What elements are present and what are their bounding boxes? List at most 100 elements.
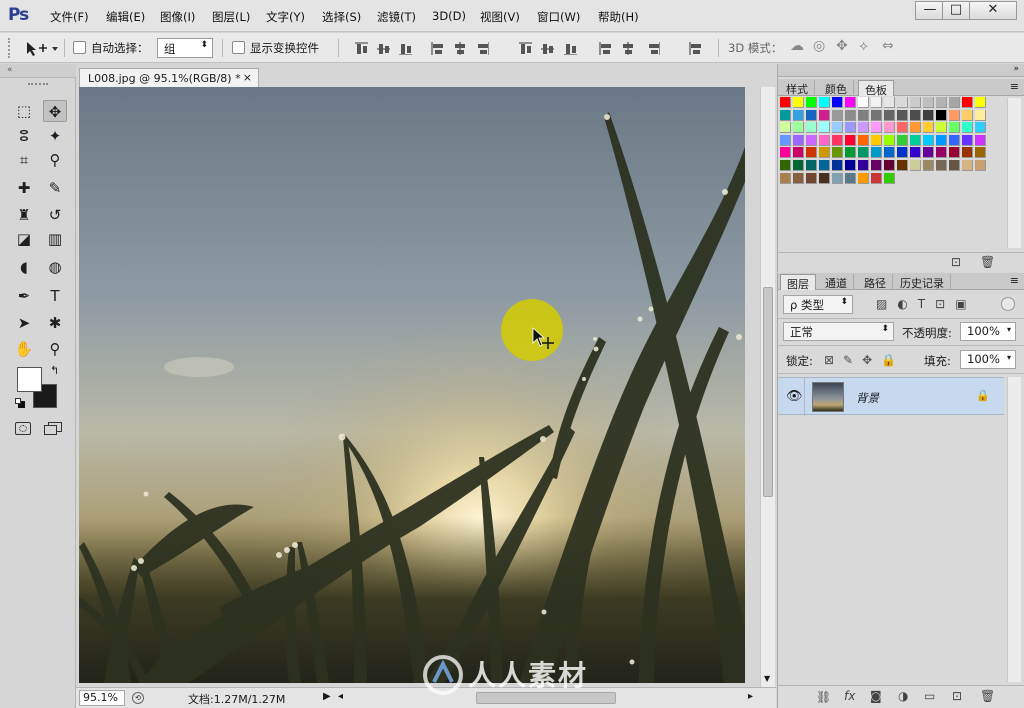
distribute-left-icon[interactable]: [598, 41, 612, 55]
color-swatch[interactable]: [806, 172, 817, 184]
color-swatch[interactable]: [845, 172, 856, 184]
color-swatch[interactable]: [806, 109, 817, 121]
history-brush-tool-icon[interactable]: ↺: [43, 204, 67, 226]
proof-icon[interactable]: ⟲: [132, 692, 144, 704]
color-swatch[interactable]: [832, 97, 843, 108]
color-swatch[interactable]: [819, 97, 830, 108]
layer-name[interactable]: 背景: [856, 390, 879, 406]
color-swatch[interactable]: [923, 147, 934, 159]
lock-icons[interactable]: ⊠✎✥🔒: [824, 353, 905, 367]
color-swatch[interactable]: [819, 160, 830, 171]
color-swatch[interactable]: [936, 147, 947, 159]
color-swatch[interactable]: [910, 147, 921, 159]
color-swatch[interactable]: [819, 109, 830, 121]
status-menu-arrow-icon[interactable]: ▶: [323, 691, 331, 702]
color-swatch[interactable]: [793, 109, 804, 121]
color-swatch[interactable]: [884, 160, 895, 171]
close-button[interactable]: ✕: [969, 1, 1017, 20]
new-swatch-icon[interactable]: ⊡: [951, 255, 961, 269]
blend-mode-dropdown[interactable]: 正常 ⬍: [783, 322, 894, 341]
color-swatch[interactable]: [806, 160, 817, 171]
panel-tab[interactable]: 颜色: [819, 80, 854, 96]
menu-item[interactable]: 文件(F): [50, 9, 89, 25]
auto-select-dropdown[interactable]: 组 ⬍: [157, 38, 213, 58]
color-swatch[interactable]: [884, 134, 895, 146]
swatch-scrollbar[interactable]: [1007, 98, 1021, 248]
align-left-edges-icon[interactable]: [430, 41, 444, 55]
color-swatch[interactable]: [923, 160, 934, 171]
color-swatch[interactable]: [897, 160, 908, 171]
menu-item[interactable]: 文字(Y): [266, 9, 305, 25]
color-swatch[interactable]: [819, 172, 830, 184]
vertical-scrollbar[interactable]: ▼: [760, 87, 775, 687]
distribute-horizontal-centers-icon[interactable]: [620, 41, 634, 55]
document-canvas[interactable]: [79, 87, 745, 683]
eye-icon[interactable]: 👁: [786, 389, 803, 404]
vertical-scroll-thumb[interactable]: [763, 287, 773, 497]
color-swatch[interactable]: [780, 134, 791, 146]
chevron-down-icon[interactable]: ▾: [1007, 353, 1011, 362]
align-horizontal-centers-icon[interactable]: [452, 41, 466, 55]
color-swatch[interactable]: [975, 97, 986, 108]
color-swatch[interactable]: [897, 122, 908, 134]
color-swatch[interactable]: [936, 122, 947, 134]
color-swatch[interactable]: [936, 134, 947, 146]
zoom-field[interactable]: 95.1%: [79, 690, 125, 706]
layer-filter-dropdown[interactable]: ρ 类型 ⬍: [783, 295, 853, 314]
color-swatch[interactable]: [975, 160, 986, 171]
color-swatch[interactable]: [923, 97, 934, 108]
gradient-tool-icon[interactable]: ▥: [43, 228, 67, 250]
maximize-button[interactable]: □: [942, 1, 970, 20]
menu-item[interactable]: 视图(V): [480, 9, 520, 25]
menu-item[interactable]: 3D(D): [432, 9, 466, 23]
minimize-button[interactable]: —: [915, 1, 945, 20]
color-swatch[interactable]: [949, 134, 960, 146]
eyedropper-tool-icon[interactable]: ⚲: [43, 149, 67, 171]
distribute-vertical-centers-icon[interactable]: [540, 41, 554, 55]
panel-dock-header[interactable]: »: [778, 64, 1024, 77]
color-swatch[interactable]: [910, 134, 921, 146]
scroll-left-arrow-icon[interactable]: ◂: [338, 691, 343, 702]
distribute-top-icon[interactable]: [518, 41, 532, 55]
color-swatch[interactable]: [819, 122, 830, 134]
color-swatch[interactable]: [793, 147, 804, 159]
color-swatch[interactable]: [936, 97, 947, 108]
color-swatch[interactable]: [780, 122, 791, 134]
quick-mask-icon[interactable]: [15, 422, 31, 435]
color-swatch[interactable]: [962, 147, 973, 159]
close-tab-icon[interactable]: ×: [243, 71, 252, 84]
magic-wand-tool-icon[interactable]: ✦: [43, 125, 67, 147]
color-swatch[interactable]: [975, 122, 986, 134]
color-swatch[interactable]: [884, 109, 895, 121]
color-swatch[interactable]: [871, 134, 882, 146]
clone-stamp-tool-icon[interactable]: ♜: [12, 204, 36, 226]
color-swatch[interactable]: [871, 109, 882, 121]
color-swatch[interactable]: [962, 97, 973, 108]
blur-tool-icon[interactable]: ◖: [12, 256, 36, 278]
menu-item[interactable]: 滤镜(T): [377, 9, 416, 25]
distribute-right-icon[interactable]: [646, 41, 660, 55]
menu-item[interactable]: 编辑(E): [106, 9, 145, 25]
scroll-down-arrow-icon[interactable]: ▼: [764, 674, 770, 683]
crop-tool-icon[interactable]: ⌗: [12, 149, 36, 171]
align-right-edges-icon[interactable]: [475, 41, 489, 55]
tools-panel-header[interactable]: «: [0, 64, 76, 78]
color-swatch[interactable]: [780, 172, 791, 184]
color-swatch[interactable]: [962, 160, 973, 171]
chevron-down-icon[interactable]: ▾: [1007, 325, 1011, 334]
align-vertical-centers-icon[interactable]: [376, 41, 390, 55]
color-swatch[interactable]: [845, 160, 856, 171]
menu-item[interactable]: 帮助(H): [598, 9, 639, 25]
color-swatch[interactable]: [780, 97, 791, 108]
color-swatch[interactable]: [975, 147, 986, 159]
color-swatch[interactable]: [793, 97, 804, 108]
color-swatch[interactable]: [793, 160, 804, 171]
color-swatch[interactable]: [871, 172, 882, 184]
layers-scrollbar[interactable]: [1007, 377, 1021, 682]
color-swatch[interactable]: [910, 160, 921, 171]
pen-tool-icon[interactable]: ✒: [12, 285, 36, 307]
sponge-tool-icon[interactable]: ◍: [43, 256, 67, 278]
color-swatch[interactable]: [845, 109, 856, 121]
menu-item[interactable]: 图层(L): [212, 9, 250, 25]
color-swatch[interactable]: [793, 172, 804, 184]
